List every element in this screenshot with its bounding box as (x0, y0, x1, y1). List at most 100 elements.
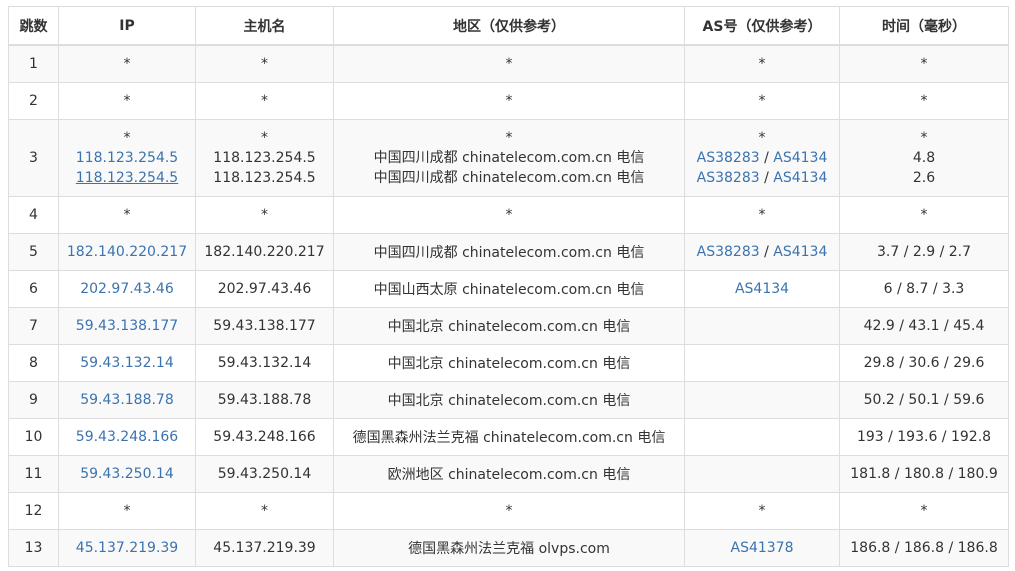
time-cell: 181.8 / 180.8 / 180.9 (839, 454, 1009, 493)
region-cell: 中国四川成都 chinatelecom.com.cn 电信 (333, 232, 685, 271)
as-cell: * AS38283 / AS4134 AS38283 / AS4134 (684, 118, 840, 197)
time-value: 2.6 (912, 169, 936, 186)
traceroute-table: 跳数 IP 主机名 地区（仅供参考） AS号（仅供参考） 时间（毫秒） 1 * … (8, 6, 1009, 567)
region-cell: * 中国四川成都 chinatelecom.com.cn 电信 中国四川成都 c… (333, 118, 685, 197)
time-cell: * (839, 44, 1009, 83)
hostname-cell: 59.43.248.166 (195, 417, 334, 456)
hostname-cell: 59.43.138.177 (195, 306, 334, 345)
hop-cell: 6 (8, 269, 59, 308)
time-cell: 186.8 / 186.8 / 186.8 (839, 528, 1009, 567)
table-row: 7 59.43.138.177 59.43.138.177 中国北京 china… (8, 306, 1009, 345)
ip-link[interactable]: 118.123.254.5 (76, 150, 178, 166)
as-cell (684, 343, 840, 382)
time-cell: * (839, 491, 1009, 530)
as-cell: * (684, 44, 840, 83)
table-row: 13 45.137.219.39 45.137.219.39 德国黑森州法兰克福… (8, 528, 1009, 567)
header-region: 地区（仅供参考） (333, 6, 685, 46)
ip-link[interactable]: 59.43.248.166 (76, 429, 178, 445)
ip-link[interactable]: 59.43.138.177 (76, 318, 178, 334)
table-row: 3 * 118.123.254.5 118.123.254.5 * 118.12… (8, 118, 1009, 197)
as-cell: * (684, 81, 840, 120)
hostname-cell: * (195, 491, 334, 530)
time-cell: * 4.8 2.6 (839, 118, 1009, 197)
as-link[interactable]: AS41378 (731, 540, 794, 556)
hostname-cell: 59.43.132.14 (195, 343, 334, 382)
as-cell: AS4134 (684, 269, 840, 308)
table-row: 4 * * * * * (8, 195, 1009, 234)
ip-cell: 59.43.138.177 (58, 306, 196, 345)
header-hostname: 主机名 (195, 6, 334, 46)
as-link[interactable]: AS38283 (697, 170, 760, 186)
hostname-cell: 59.43.250.14 (195, 454, 334, 493)
hop-cell: 13 (8, 528, 59, 567)
time-cell: * (839, 195, 1009, 234)
as-link[interactable]: AS38283 (697, 244, 760, 260)
hop-cell: 2 (8, 81, 59, 120)
as-cell (684, 417, 840, 456)
table-row: 1 * * * * * (8, 44, 1009, 83)
time-cell: 193 / 193.6 / 192.8 (839, 417, 1009, 456)
region-cell: * (333, 44, 685, 83)
hop-cell: 12 (8, 491, 59, 530)
table-header-row: 跳数 IP 主机名 地区（仅供参考） AS号（仅供参考） 时间（毫秒） (8, 6, 1009, 46)
ip-cell: * (58, 81, 196, 120)
ip-link[interactable]: 45.137.219.39 (76, 540, 178, 556)
header-time: 时间（毫秒） (839, 6, 1009, 46)
hop-cell: 7 (8, 306, 59, 345)
table-row: 5 182.140.220.217 182.140.220.217 中国四川成都… (8, 232, 1009, 271)
hop-cell: 3 (8, 118, 59, 197)
as-separator: / (759, 149, 774, 166)
as-link[interactable]: AS4134 (773, 244, 827, 260)
ip-link[interactable]: 202.97.43.46 (80, 281, 174, 297)
as-cell: * (684, 491, 840, 530)
hop-cell: 1 (8, 44, 59, 83)
hop-cell: 10 (8, 417, 59, 456)
region-value: * (505, 129, 513, 146)
ip-link[interactable]: 59.43.250.14 (80, 466, 174, 482)
hostname-value: * (261, 129, 268, 146)
time-value: 4.8 (912, 149, 936, 166)
header-hop: 跳数 (8, 6, 59, 46)
time-cell: 6 / 8.7 / 3.3 (839, 269, 1009, 308)
ip-link[interactable]: 59.43.132.14 (80, 355, 174, 371)
as-link[interactable]: AS4134 (773, 170, 827, 186)
hostname-cell: * 118.123.254.5 118.123.254.5 (195, 118, 334, 197)
hop-cell: 4 (8, 195, 59, 234)
region-value: 中国四川成都 chinatelecom.com.cn 电信 (373, 149, 645, 166)
time-cell: 42.9 / 43.1 / 45.4 (839, 306, 1009, 345)
hostname-cell: 59.43.188.78 (195, 380, 334, 419)
as-link[interactable]: AS4134 (773, 150, 827, 166)
hostname-cell: 182.140.220.217 (195, 232, 334, 271)
ip-cell: * (58, 44, 196, 83)
ip-link[interactable]: 59.43.188.78 (80, 392, 174, 408)
hop-cell: 5 (8, 232, 59, 271)
ip-cell: * 118.123.254.5 118.123.254.5 (58, 118, 196, 197)
region-cell: * (333, 81, 685, 120)
header-ip: IP (58, 6, 196, 46)
ip-link[interactable]: 118.123.254.5 (76, 170, 178, 186)
ip-cell: * (58, 491, 196, 530)
ip-cell: 59.43.250.14 (58, 454, 196, 493)
time-cell: 50.2 / 50.1 / 59.6 (839, 380, 1009, 419)
hostname-cell: 45.137.219.39 (195, 528, 334, 567)
hostname-cell: * (195, 195, 334, 234)
hostname-cell: * (195, 44, 334, 83)
region-value: 中国四川成都 chinatelecom.com.cn 电信 (373, 169, 645, 186)
region-cell: 德国黑森州法兰克福 chinatelecom.com.cn 电信 (333, 417, 685, 456)
as-cell: AS38283 / AS4134 (684, 232, 840, 271)
as-separator: / (759, 169, 774, 186)
table-row: 2 * * * * * (8, 81, 1009, 120)
table-row: 6 202.97.43.46 202.97.43.46 中国山西太原 china… (8, 269, 1009, 308)
table-row: 12 * * * * * (8, 491, 1009, 530)
hostname-value: 118.123.254.5 (213, 169, 316, 186)
ip-cell: * (58, 195, 196, 234)
hostname-cell: 202.97.43.46 (195, 269, 334, 308)
table-row: 10 59.43.248.166 59.43.248.166 德国黑森州法兰克福… (8, 417, 1009, 456)
time-cell: 3.7 / 2.9 / 2.7 (839, 232, 1009, 271)
ip-cell: 45.137.219.39 (58, 528, 196, 567)
as-link[interactable]: AS4134 (735, 281, 789, 297)
as-link[interactable]: AS38283 (697, 150, 760, 166)
region-cell: 欧洲地区 chinatelecom.com.cn 电信 (333, 454, 685, 493)
as-cell: * (684, 195, 840, 234)
ip-link[interactable]: 182.140.220.217 (67, 244, 187, 260)
